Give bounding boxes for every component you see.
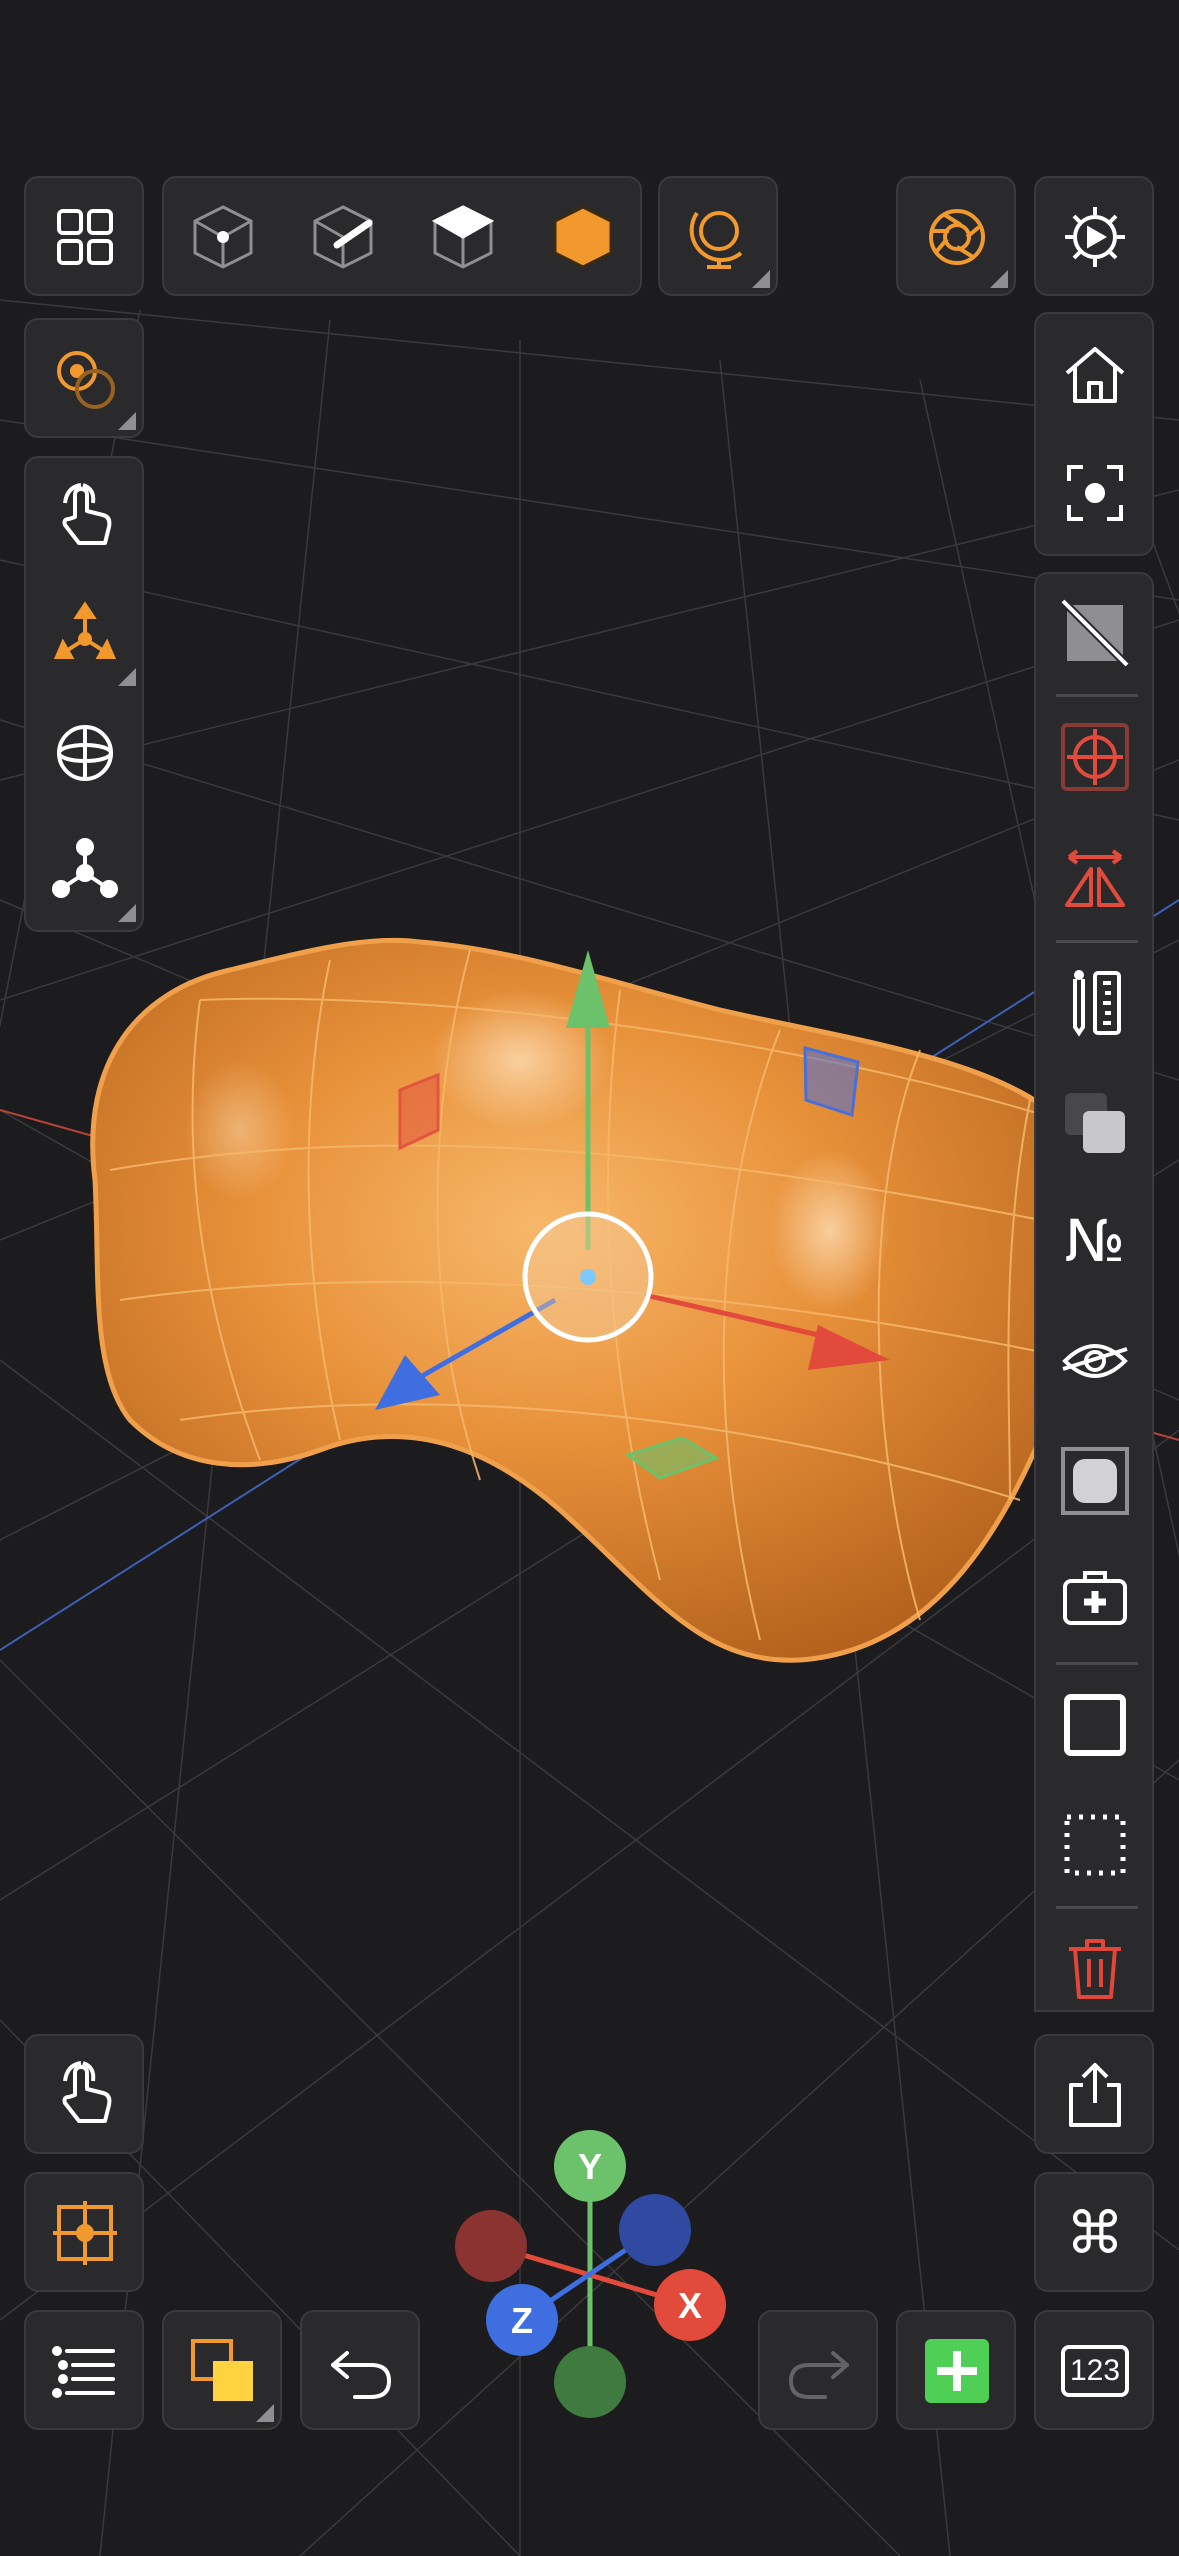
square-icon	[1064, 1694, 1126, 1756]
home-icon	[1065, 347, 1125, 403]
vertex-mode-button[interactable]	[164, 178, 282, 296]
camera-button[interactable]	[898, 178, 1016, 296]
move-axes-icon	[53, 601, 117, 659]
mirror-button[interactable]	[1036, 820, 1154, 938]
environment-button[interactable]	[660, 178, 778, 296]
keypad-icon: 123	[1061, 2345, 1129, 2397]
y-axis-handle[interactable]: Y	[554, 2130, 626, 2202]
center-target-icon	[53, 2201, 117, 2265]
hide-background-icon	[1060, 598, 1130, 668]
list-button[interactable]	[26, 2312, 144, 2430]
numbering-button[interactable]: №	[1036, 1182, 1154, 1300]
grid-menu-button[interactable]	[26, 178, 144, 296]
keypad-button[interactable]: 123	[1036, 2312, 1154, 2430]
first-aid-button[interactable]	[1036, 1540, 1154, 1658]
sphere-icon	[57, 725, 113, 781]
numbering-icon: №	[1064, 1207, 1126, 1275]
layers-button[interactable]	[164, 2312, 282, 2430]
rounded-square-button[interactable]	[1036, 1422, 1154, 1540]
z-axis-handle[interactable]: Z	[486, 2284, 558, 2356]
focus-icon	[1067, 465, 1123, 521]
touch-icon	[62, 2061, 112, 2123]
list-icon	[52, 2346, 115, 2398]
move-axes-button[interactable]	[26, 576, 144, 694]
hide-background-button[interactable]	[1036, 574, 1154, 692]
settings-button[interactable]	[1036, 178, 1154, 296]
rounded-square-icon	[1061, 1447, 1129, 1515]
environment-icon	[689, 211, 743, 269]
neg-z-handle[interactable]	[619, 2194, 691, 2266]
snap-target-icon	[1061, 723, 1129, 791]
visibility-icon	[1062, 1344, 1128, 1378]
ruler-icon	[1073, 970, 1121, 1037]
share-button[interactable]	[1036, 2036, 1154, 2154]
ruler-button[interactable]	[1036, 944, 1154, 1062]
command-icon: ⌘	[1066, 2199, 1124, 2267]
object-mode-button[interactable]	[524, 178, 642, 296]
redo-icon	[789, 2351, 849, 2399]
x-axis-handle[interactable]: X	[654, 2269, 726, 2341]
redo-button[interactable]	[760, 2312, 878, 2430]
svg-text:X: X	[678, 2285, 702, 2326]
dotted-select-button[interactable]	[1036, 1786, 1154, 1904]
delete-button[interactable]	[1036, 1910, 1154, 2028]
touch-mode-button[interactable]	[26, 2036, 144, 2154]
face-mode-button[interactable]	[404, 178, 522, 296]
undo-button[interactable]	[302, 2312, 420, 2430]
add-icon	[925, 2339, 989, 2403]
dotted-select-icon	[1064, 1814, 1126, 1876]
layers-icon	[191, 2339, 253, 2401]
orientation-gizmo[interactable]: Y X Z	[440, 2120, 740, 2420]
neg-y-handle[interactable]	[554, 2346, 626, 2418]
face-mode-icon	[431, 205, 495, 269]
sphere-button[interactable]	[26, 694, 144, 812]
duplicate-button[interactable]	[1036, 1064, 1154, 1182]
first-aid-icon	[1063, 1571, 1127, 1625]
touch-icon	[62, 483, 112, 545]
command-button[interactable]: ⌘	[1036, 2174, 1154, 2292]
grid-menu-icon	[57, 209, 113, 265]
trash-icon	[1069, 1939, 1121, 1999]
pivot-button[interactable]	[26, 320, 144, 438]
focus-button[interactable]	[1036, 434, 1154, 552]
visibility-button[interactable]	[1036, 1302, 1154, 1420]
home-button[interactable]	[1036, 316, 1154, 434]
duplicate-icon	[1065, 1093, 1125, 1153]
mirror-icon	[1065, 849, 1125, 907]
square-button[interactable]	[1036, 1666, 1154, 1784]
svg-text:Y: Y	[578, 2146, 602, 2187]
settings-icon	[1065, 207, 1125, 267]
vertex-mode-icon	[193, 205, 253, 269]
keypad-label: 123	[1069, 2354, 1121, 2387]
add-button[interactable]	[898, 2312, 1016, 2430]
touch-tool-button[interactable]	[26, 458, 144, 576]
neg-x-handle[interactable]	[455, 2210, 527, 2282]
vertex-graph-icon	[52, 838, 118, 898]
snap-target-button[interactable]	[1036, 698, 1154, 816]
svg-text:Z: Z	[511, 2300, 533, 2341]
undo-icon	[331, 2351, 391, 2399]
pivot-icon	[57, 351, 115, 409]
camera-aperture-icon	[929, 209, 985, 265]
object-mode-icon	[553, 205, 613, 269]
vertex-graph-button[interactable]	[26, 812, 144, 930]
edge-mode-button[interactable]	[284, 178, 402, 296]
share-icon	[1069, 2063, 1121, 2127]
edge-mode-icon	[313, 205, 373, 269]
center-target-button[interactable]	[26, 2174, 144, 2292]
